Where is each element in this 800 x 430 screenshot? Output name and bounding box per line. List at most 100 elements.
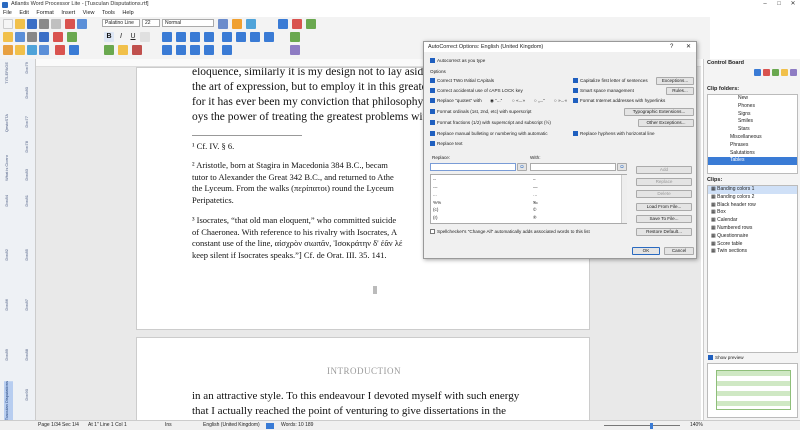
- help-icon[interactable]: [246, 18, 256, 29]
- outdent-icon[interactable]: [264, 31, 274, 42]
- opt-replace-text[interactable]: Replace text: [430, 141, 463, 147]
- opt-ordinals[interactable]: Format ordinals (1st, 2nd, etc) with sup…: [430, 109, 531, 115]
- align-center-icon[interactable]: [176, 31, 186, 42]
- folder-item[interactable]: Signs: [708, 111, 797, 119]
- bookmark-icon[interactable]: [232, 18, 242, 29]
- columns-icon[interactable]: [162, 44, 172, 55]
- nav-item[interactable]: Doc78: [24, 141, 33, 153]
- format-painter-icon[interactable]: [3, 44, 13, 55]
- load-from-file-button[interactable]: Load From File...: [636, 203, 692, 211]
- panel-folder-icon[interactable]: [781, 69, 788, 76]
- ebook-icon[interactable]: [290, 44, 300, 55]
- undo-icon[interactable]: [53, 31, 63, 42]
- template-icon[interactable]: [15, 31, 25, 42]
- nav-item[interactable]: Doc83: [24, 169, 33, 181]
- quote-radio-1[interactable]: ◉ “...”: [490, 98, 502, 104]
- panel-edit-icon[interactable]: [772, 69, 779, 76]
- clip-item[interactable]: ▦ Box: [708, 209, 797, 217]
- panel-new-icon[interactable]: [754, 69, 761, 76]
- copy-icon[interactable]: [77, 18, 87, 29]
- folder-item[interactable]: Phrases: [708, 142, 797, 150]
- print-preview-icon[interactable]: [51, 18, 61, 29]
- clip-item[interactable]: ▦ Questionnaire: [708, 233, 797, 241]
- restore-default-button[interactable]: Restore Default...: [636, 228, 692, 236]
- minimize-button[interactable]: –: [758, 0, 772, 9]
- opt-hyphens[interactable]: Replace hyphens with horizontal line: [573, 131, 655, 137]
- folder-item[interactable]: Salutations: [708, 150, 797, 158]
- find-icon[interactable]: [218, 18, 228, 29]
- font-select[interactable]: Palatino Line: [102, 19, 140, 27]
- folder-item[interactable]: Smiles: [708, 118, 797, 126]
- replace-input[interactable]: [430, 163, 516, 171]
- opt-capitalize-first[interactable]: Capitalize first letter of sentences: [573, 78, 648, 84]
- nav-item[interactable]: Doc89: [4, 349, 13, 361]
- menu-insert[interactable]: Insert: [58, 10, 78, 16]
- save-to-file-button[interactable]: Save To File...: [636, 215, 692, 223]
- dialog-close-button[interactable]: ✕: [686, 42, 691, 52]
- folder-item[interactable]: Phones: [708, 103, 797, 111]
- typographic-extensions-button[interactable]: Typographic Extensions...: [624, 108, 694, 116]
- strikethrough-icon[interactable]: [140, 31, 150, 42]
- show-preview-checkbox[interactable]: Show preview: [708, 355, 744, 361]
- favorites-icon[interactable]: [3, 31, 13, 42]
- border-icon[interactable]: [69, 44, 79, 55]
- clip-item[interactable]: ▦ Score table: [708, 241, 797, 249]
- redo-icon[interactable]: [67, 31, 77, 42]
- open-folder-icon[interactable]: [15, 18, 25, 29]
- paragraph-marks-icon[interactable]: [278, 18, 288, 29]
- panel-options-icon[interactable]: [790, 69, 797, 76]
- exceptions-button[interactable]: Exceptions...: [656, 77, 694, 85]
- clip-item[interactable]: ▦ Twin sections: [708, 248, 797, 256]
- nav-item[interactable]: Doc85: [24, 249, 33, 261]
- nav-item[interactable]: What is Cicero: [4, 155, 13, 181]
- text-effects-icon[interactable]: [132, 44, 142, 55]
- nav-item[interactable]: QestoSTA: [4, 114, 13, 132]
- page-2[interactable]: INTRODUCTION in an attractive style. To …: [136, 337, 590, 427]
- opt-replace-quotes[interactable]: Replace "quotes" with: [430, 98, 482, 104]
- nav-item[interactable]: Doc86: [4, 299, 13, 311]
- panel-delete-icon[interactable]: [763, 69, 770, 76]
- nav-item[interactable]: Doc84: [4, 195, 13, 207]
- clips-list[interactable]: ▦ Banding colors 1 ▦ Banding colors 2 ▦ …: [707, 185, 798, 353]
- clip-item[interactable]: ▦ Calendar: [708, 217, 797, 225]
- style-select[interactable]: Normal: [162, 19, 214, 27]
- replace-symbol-button[interactable]: Ω: [517, 163, 527, 171]
- dialog-help-button[interactable]: ?: [670, 42, 673, 52]
- clip-item[interactable]: ▦ Numbered rows: [708, 225, 797, 233]
- numbering-icon[interactable]: [236, 31, 246, 42]
- close-button[interactable]: ✕: [786, 0, 800, 9]
- save-icon[interactable]: [27, 18, 37, 29]
- ok-button[interactable]: OK: [632, 247, 660, 255]
- clip-item[interactable]: ▦ Black header row: [708, 202, 797, 210]
- line-spacing-icon[interactable]: [290, 31, 300, 42]
- nav-item[interactable]: Doc79: [24, 62, 33, 74]
- print-icon[interactable]: [39, 18, 49, 29]
- folder-item[interactable]: Stars: [708, 126, 797, 134]
- delete-button[interactable]: Delete: [636, 190, 692, 198]
- nav-item-selected[interactable]: Tusculan Disputations: [4, 381, 13, 421]
- header-footer-icon[interactable]: [222, 44, 232, 55]
- page-break-icon[interactable]: [176, 44, 186, 55]
- opt-format-hyperlinks[interactable]: Format Internet addresses with hyperlink…: [573, 98, 665, 104]
- maximize-button[interactable]: □: [772, 0, 786, 9]
- symbol-icon[interactable]: [39, 44, 49, 55]
- nav-item[interactable]: Doc77: [24, 116, 33, 128]
- folder-item-selected[interactable]: Tables: [708, 157, 797, 166]
- footnote-icon[interactable]: [204, 44, 214, 55]
- nav-item[interactable]: TITLEPAGE: [4, 62, 13, 84]
- opt-smart-space[interactable]: Smart space management: [573, 88, 634, 94]
- zoom-slider-thumb[interactable]: [650, 423, 653, 429]
- section-icon[interactable]: [190, 44, 200, 55]
- with-input[interactable]: [530, 163, 616, 171]
- quote-radio-2[interactable]: ○ «...»: [512, 98, 525, 104]
- nav-item[interactable]: Doc81: [24, 195, 33, 207]
- insert-link-icon[interactable]: [27, 44, 37, 55]
- menu-help[interactable]: Help: [119, 10, 136, 16]
- zoom-slider-track[interactable]: [604, 425, 680, 426]
- align-left-icon[interactable]: [162, 31, 172, 42]
- replacement-table[interactable]: -- --- ... %% (c) (r) – — … ‰ © ®: [430, 174, 627, 224]
- nav-item[interactable]: Doc88: [24, 349, 33, 361]
- clip-item[interactable]: ▦ Banding colors 2: [708, 194, 797, 202]
- table-scrollbar[interactable]: [621, 175, 627, 223]
- opt-caps-lock[interactable]: Correct accidental use of cAPS LOCK key: [430, 88, 523, 94]
